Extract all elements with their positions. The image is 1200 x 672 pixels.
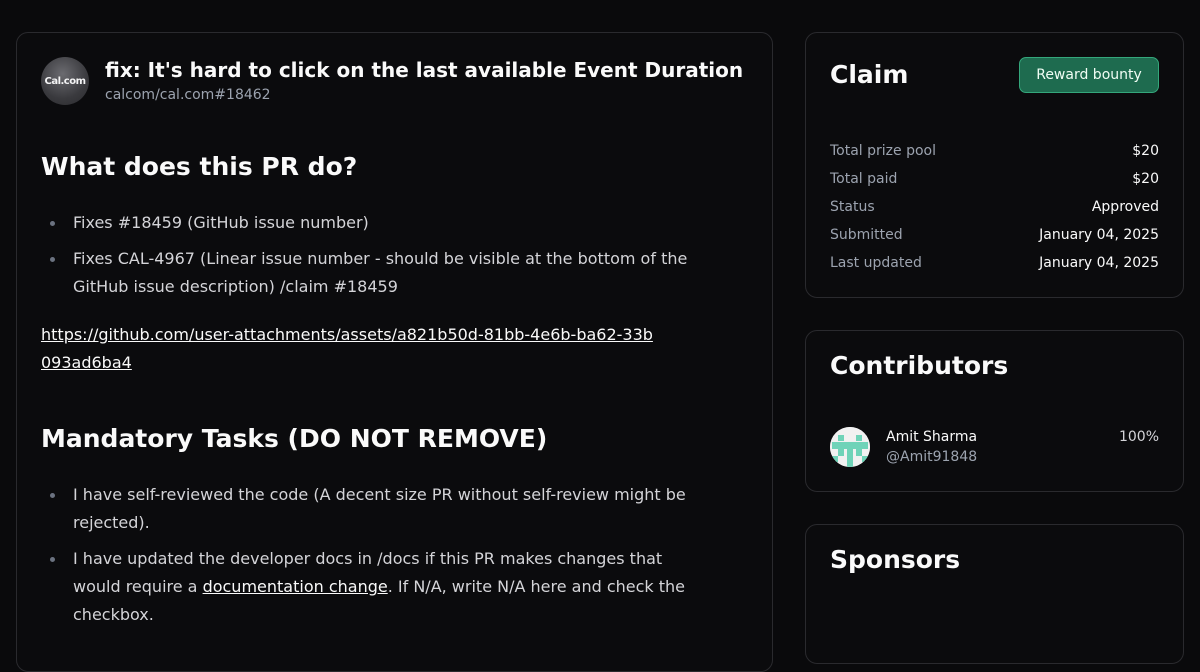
claim-card: Claim Reward bounty Total prize pool $20…	[805, 32, 1184, 298]
contributor-name[interactable]: Amit Sharma	[886, 427, 977, 447]
what-heading: What does this PR do?	[41, 152, 358, 181]
stat-value: January 04, 2025	[1039, 255, 1159, 271]
reward-bounty-button[interactable]: Reward bounty	[1019, 57, 1159, 93]
stat-row: Last updated January 04, 2025	[830, 249, 1159, 277]
pr-reference[interactable]: calcom/cal.com#18462	[105, 87, 271, 103]
status-badge: Approved	[1091, 199, 1159, 215]
stat-value: $20	[1132, 143, 1159, 159]
list-item: Fixes CAL-4967 (Linear issue number - sh…	[50, 245, 701, 301]
claim-stats: Total prize pool $20 Total paid $20 Stat…	[830, 137, 1159, 277]
attachment-link[interactable]: https://github.com/user-attachments/asse…	[41, 321, 661, 377]
list-item: I have self-reviewed the code (A decent …	[50, 481, 701, 537]
contributors-title: Contributors	[830, 351, 1009, 380]
what-list: Fixes #18459 (GitHub issue number) Fixes…	[41, 209, 701, 309]
repo-logo[interactable]: Cal.com	[41, 57, 89, 105]
repo-logo-text: Cal.com	[44, 75, 86, 87]
stat-label: Total paid	[830, 171, 898, 187]
list-item: I have updated the developer docs in /do…	[50, 545, 701, 629]
documentation-change-link[interactable]: documentation change	[203, 577, 388, 596]
tasks-heading: Mandatory Tasks (DO NOT REMOVE)	[41, 424, 548, 453]
list-item: Fixes #18459 (GitHub issue number)	[50, 209, 701, 237]
contributor-share: 100%	[1118, 429, 1159, 445]
stat-row: Status Approved	[830, 193, 1159, 221]
sponsors-card: Sponsors	[805, 524, 1184, 664]
tasks-list: I have self-reviewed the code (A decent …	[41, 481, 701, 637]
identicon-icon	[830, 427, 870, 467]
stat-value: January 04, 2025	[1039, 227, 1159, 243]
stat-row: Submitted January 04, 2025	[830, 221, 1159, 249]
stat-row: Total paid $20	[830, 165, 1159, 193]
pr-card: Cal.com fix: It's hard to click on the l…	[16, 32, 773, 672]
sponsors-title: Sponsors	[830, 545, 961, 574]
stat-label: Submitted	[830, 227, 903, 243]
stat-label: Total prize pool	[830, 143, 936, 159]
stat-label: Status	[830, 199, 875, 215]
pr-title[interactable]: fix: It's hard to click on the last avai…	[105, 58, 743, 82]
avatar[interactable]	[830, 427, 870, 467]
stat-label: Last updated	[830, 255, 922, 271]
claim-title: Claim	[830, 60, 909, 89]
contributor-handle[interactable]: @Amit91848	[886, 447, 977, 467]
stat-value: $20	[1132, 171, 1159, 187]
contributor-row[interactable]: Amit Sharma @Amit91848 100%	[830, 427, 1159, 467]
stat-row: Total prize pool $20	[830, 137, 1159, 165]
contributors-card: Contributors Amit Sharma @Amit91848 100%	[805, 330, 1184, 492]
